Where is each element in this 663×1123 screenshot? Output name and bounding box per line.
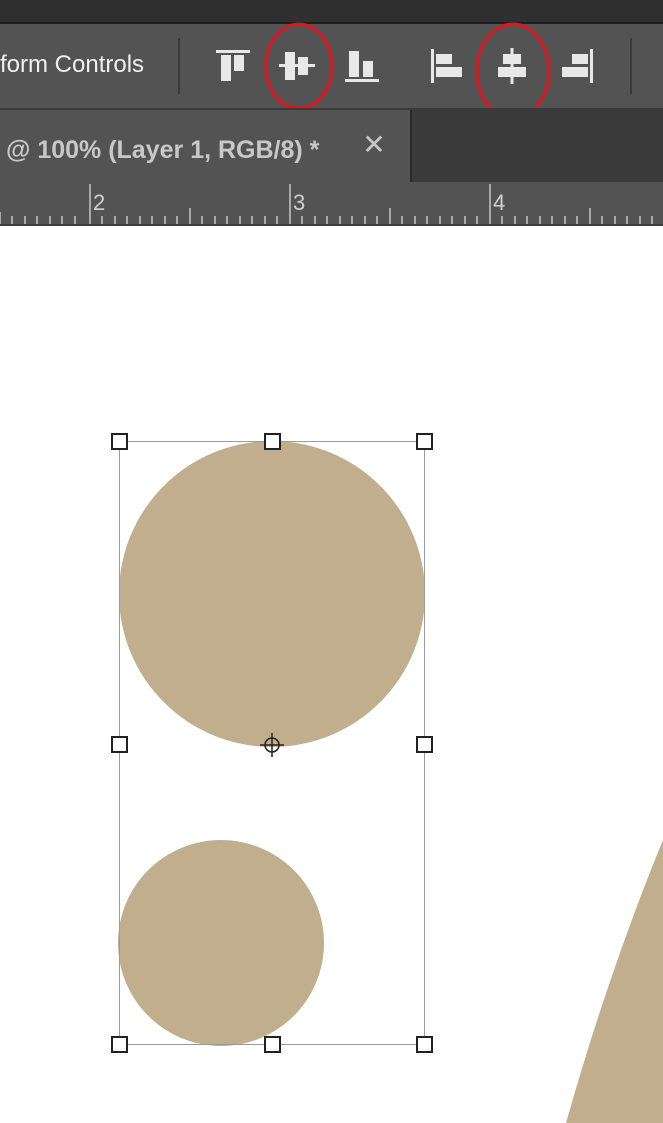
- transform-handle-top-center[interactable]: [264, 433, 281, 450]
- transform-handle-bottom-left[interactable]: [111, 1036, 128, 1053]
- large-circle-shape[interactable]: [119, 441, 425, 747]
- transform-handle-bottom-right[interactable]: [416, 1036, 433, 1053]
- partial-shape[interactable]: [566, 840, 663, 1123]
- transform-handle-middle-right[interactable]: [416, 736, 433, 753]
- small-circle-shape[interactable]: [118, 840, 324, 1046]
- transform-handle-middle-left[interactable]: [111, 736, 128, 753]
- transform-handle-bottom-center[interactable]: [264, 1036, 281, 1053]
- canvas-artwork: [111, 433, 663, 1123]
- transform-handle-top-right[interactable]: [416, 433, 433, 450]
- transform-handle-top-left[interactable]: [111, 433, 128, 450]
